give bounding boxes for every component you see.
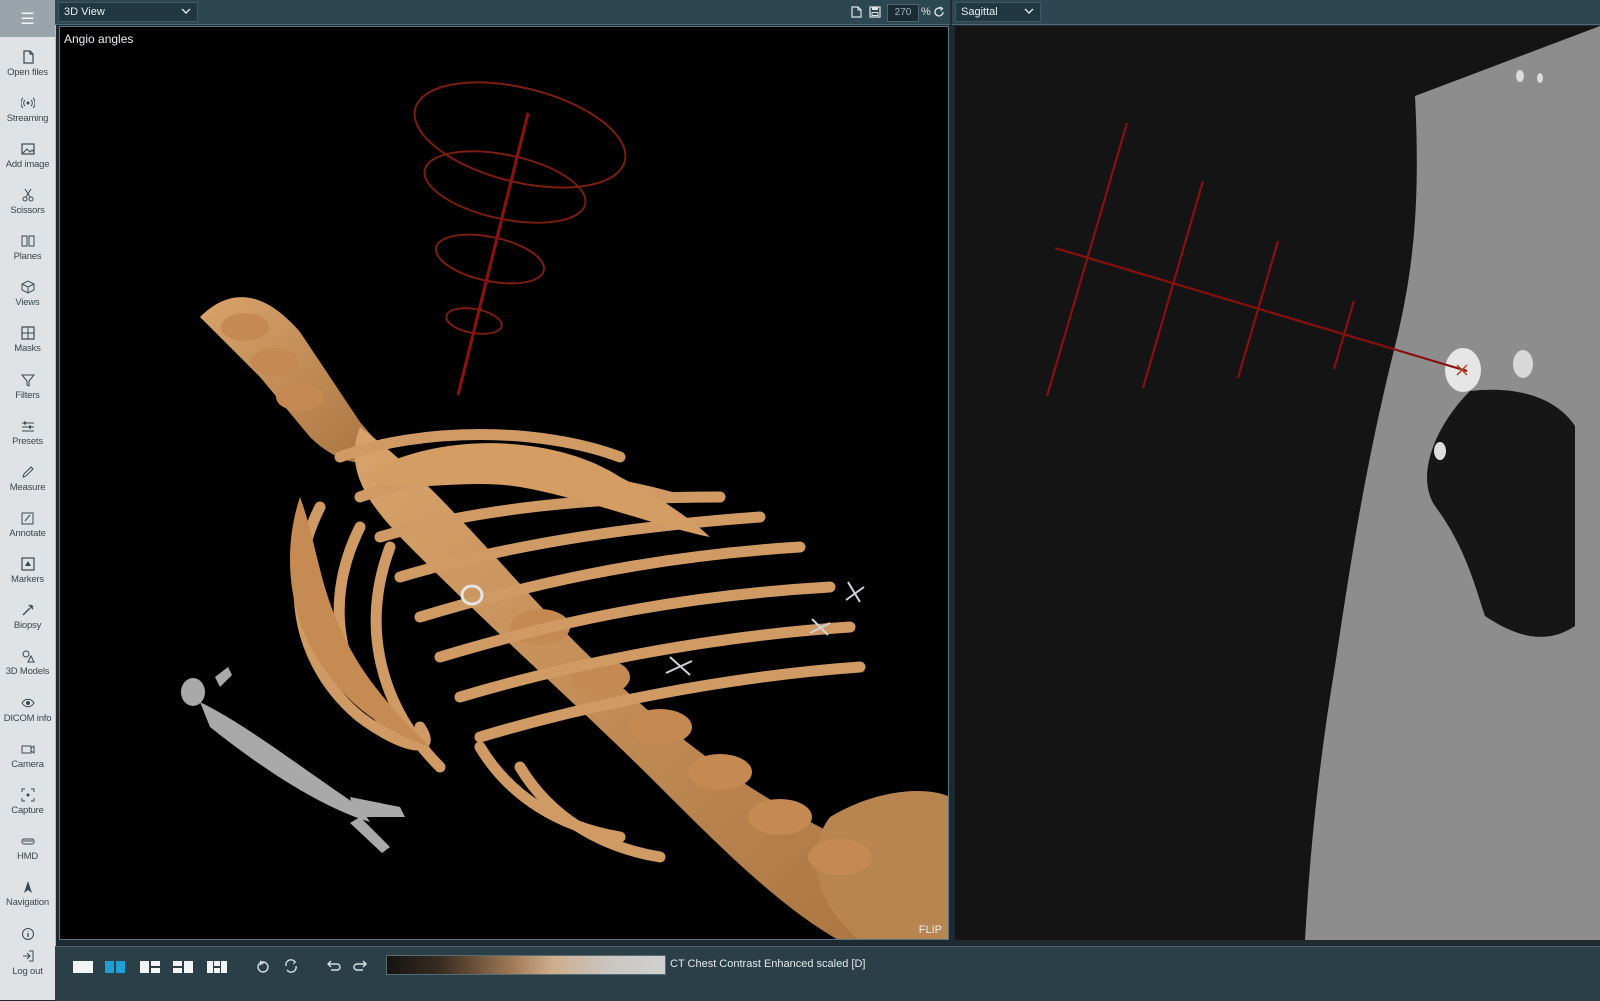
cube-icon bbox=[21, 280, 34, 294]
sidebar-item-label: Navigation bbox=[6, 897, 49, 908]
sagittal-selector[interactable]: Sagittal bbox=[955, 2, 1041, 22]
chevron-down-icon bbox=[1024, 8, 1034, 14]
bottom-toolbar: CT Chest Contrast Enhanced scaled [D] bbox=[55, 946, 1600, 1001]
navigation-icon bbox=[23, 881, 32, 893]
sidebar-item-camera[interactable]: Camera bbox=[0, 736, 55, 780]
sidebar-item-label: Presets bbox=[12, 436, 43, 447]
sidebar-item-label: Annotate bbox=[9, 528, 46, 539]
rotate-icon[interactable] bbox=[255, 957, 271, 975]
view3d-viewport[interactable]: Angio angles FLIP bbox=[59, 26, 949, 940]
redo-icon[interactable] bbox=[353, 957, 369, 975]
annotate-icon bbox=[21, 512, 33, 525]
sagittal-slice bbox=[1045, 26, 1600, 940]
sidebar-item-scissors[interactable]: Scissors bbox=[0, 182, 55, 226]
sidebar-item-label: DICOM info bbox=[3, 713, 52, 724]
transfer-function-bar[interactable] bbox=[386, 955, 666, 975]
menu-button[interactable]: ☰ bbox=[0, 0, 55, 37]
undo-icon[interactable] bbox=[325, 957, 341, 975]
sidebar-item-measure[interactable]: Measure bbox=[0, 459, 55, 503]
sidebar-item-3d-models[interactable]: 3D Models bbox=[0, 643, 55, 687]
sidebar-item-label: Markers bbox=[11, 574, 44, 585]
sync-icon[interactable] bbox=[283, 957, 299, 975]
sidebar-item-markers[interactable]: Markers bbox=[0, 551, 55, 595]
sidebar-item-hmd[interactable]: HMD bbox=[0, 828, 55, 872]
sidebar-item-label: Scissors bbox=[10, 205, 45, 216]
sidebar-item-label: Capture bbox=[11, 805, 44, 816]
image-icon bbox=[20, 143, 35, 155]
hmd-icon bbox=[21, 838, 34, 845]
layout-four-icon[interactable] bbox=[207, 961, 227, 973]
sidebar-item-label: Camera bbox=[11, 759, 44, 770]
capture-icon bbox=[21, 788, 34, 802]
sidebar-item-filters[interactable]: Filters bbox=[0, 367, 55, 411]
toolbar-sidebar: ☰ Open files Streaming Add image Scissors Pl… bbox=[0, 0, 56, 1000]
camera-icon bbox=[21, 745, 34, 754]
sagittal-header: Sagittal bbox=[952, 0, 1600, 25]
sidebar-item-label: Planes bbox=[13, 251, 42, 262]
sidebar-item-annotate[interactable]: Annotate bbox=[0, 505, 55, 549]
shapes-icon bbox=[22, 650, 35, 663]
sidebar-item-open-files[interactable]: Open files bbox=[0, 44, 55, 88]
sidebar-item-label: Open files bbox=[7, 67, 48, 78]
sidebar-item-label: Filters bbox=[15, 390, 40, 401]
logout-icon bbox=[22, 950, 33, 962]
view3d-selector-label: 3D View bbox=[64, 6, 105, 18]
biopsy-icon bbox=[22, 604, 33, 616]
funnel-icon bbox=[20, 374, 35, 387]
grid-icon bbox=[20, 326, 35, 340]
layout-single-icon[interactable] bbox=[73, 961, 93, 973]
flip-label[interactable]: FLIP bbox=[919, 924, 942, 936]
view3d-selector[interactable]: 3D View bbox=[58, 2, 198, 22]
sidebar-item-label: HMD bbox=[16, 851, 39, 862]
file-icon bbox=[22, 50, 34, 64]
sidebar-item-views[interactable]: Views bbox=[0, 274, 55, 318]
sagittal-viewport[interactable] bbox=[955, 26, 1600, 940]
zoom-unit: % bbox=[921, 6, 931, 18]
eye-icon bbox=[20, 698, 35, 708]
streaming-icon bbox=[20, 97, 35, 109]
volume-render bbox=[181, 81, 948, 939]
sidebar-item-label: Streaming bbox=[6, 113, 49, 124]
sidebar-item-masks[interactable]: Masks bbox=[0, 320, 55, 364]
hamburger-icon: ☰ bbox=[20, 10, 35, 28]
sidebar-item-label: Masks bbox=[14, 343, 41, 354]
sliders-icon bbox=[21, 421, 34, 432]
sidebar-item-label: Measure bbox=[9, 482, 46, 493]
sidebar-item-planes[interactable]: Planes bbox=[0, 228, 55, 272]
layout-three-alt-icon[interactable] bbox=[173, 961, 193, 973]
sidebar-item-label: 3D Models bbox=[5, 666, 50, 677]
sidebar-item-dicom-info[interactable]: DICOM info bbox=[0, 690, 55, 734]
scissors-icon bbox=[22, 188, 33, 202]
sagittal-selector-label: Sagittal bbox=[961, 6, 998, 18]
chevron-down-icon bbox=[181, 8, 191, 14]
marker-icon bbox=[20, 557, 35, 571]
sidebar-item-label: Biopsy bbox=[13, 620, 42, 631]
reset-view-icon[interactable] bbox=[933, 6, 945, 18]
sidebar-item-label: Log out bbox=[12, 966, 43, 977]
save-icon[interactable] bbox=[869, 6, 881, 18]
sidebar-item-streaming[interactable]: Streaming bbox=[0, 90, 55, 134]
angio-axis-line bbox=[456, 112, 530, 396]
layout-two-columns-icon[interactable] bbox=[105, 961, 125, 973]
dataset-name: CT Chest Contrast Enhanced scaled [D] bbox=[670, 958, 866, 970]
angio-cone bbox=[413, 81, 627, 335]
pencil-icon bbox=[21, 466, 34, 478]
sidebar-item-label: Views bbox=[15, 297, 40, 308]
sidebar-item-presets[interactable]: Presets bbox=[0, 413, 55, 457]
layout-three-icon[interactable] bbox=[140, 961, 160, 973]
info-icon bbox=[21, 928, 34, 940]
sidebar-item-log-out[interactable]: Log out bbox=[0, 943, 55, 983]
sidebar-item-capture[interactable]: Capture bbox=[0, 782, 55, 826]
sidebar-item-navigation[interactable]: Navigation bbox=[0, 874, 55, 918]
export-file-icon[interactable] bbox=[851, 6, 862, 18]
planes-icon bbox=[21, 235, 34, 247]
sidebar-item-biopsy[interactable]: Biopsy bbox=[0, 597, 55, 641]
view3d-header: 3D View 270 % bbox=[55, 0, 950, 25]
zoom-input[interactable]: 270 bbox=[887, 4, 919, 22]
sidebar-item-label: Add image bbox=[5, 159, 50, 170]
sidebar-item-add-image[interactable]: Add image bbox=[0, 136, 55, 180]
